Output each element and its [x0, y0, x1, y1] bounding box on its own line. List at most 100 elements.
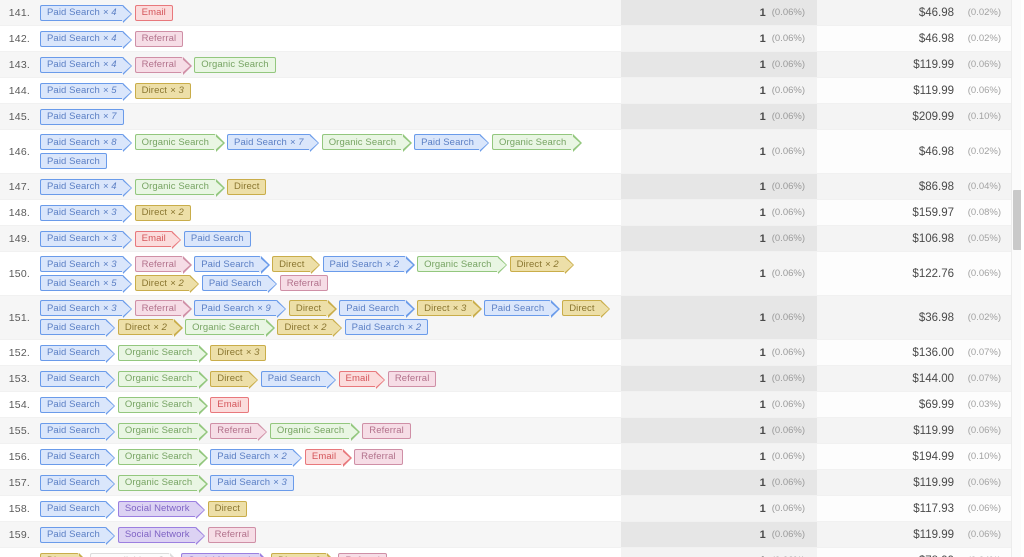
channel-chip[interactable]: Paid Search × 7: [227, 134, 319, 152]
table-row[interactable]: 157. Paid Search Organic Search Paid Search…: [0, 470, 1011, 496]
table-row[interactable]: 147. Paid Search × 4 Organic Search Direct 1 (…: [0, 174, 1011, 200]
channel-chip[interactable]: Paid Search × 5: [40, 82, 132, 101]
channel-chip[interactable]: Direct: [210, 370, 259, 389]
channel-chip[interactable]: Paid Search × 5: [40, 275, 132, 293]
channel-chip[interactable]: Paid Search: [40, 153, 107, 169]
channel-chip[interactable]: Organic Search: [117, 474, 209, 493]
channel-chip[interactable]: Direct × 3: [134, 82, 191, 99]
channel-chip[interactable]: Direct × 3: [417, 300, 483, 318]
channel-chip[interactable]: unavailable × 3: [90, 552, 179, 557]
channel-chip[interactable]: Paid Search: [40, 500, 116, 519]
channel-chip[interactable]: Organic Search: [269, 422, 361, 441]
channel-chip[interactable]: Paid Search × 3: [40, 300, 132, 318]
table-row[interactable]: 150. Paid Search × 3 Referral Paid Search Dir…: [0, 252, 1011, 296]
channel-chip[interactable]: Referral: [134, 256, 192, 274]
channel-chip[interactable]: Referral: [362, 422, 411, 439]
channel-chip[interactable]: Social Network: [117, 500, 205, 519]
table-row[interactable]: 152. Paid Search Organic Search Direct × 3 1 (…: [0, 340, 1011, 366]
channel-chip[interactable]: Social Network: [117, 526, 205, 545]
channel-chip[interactable]: Referral: [134, 300, 192, 318]
table-row[interactable]: 156. Paid Search Organic Search Paid Search…: [0, 444, 1011, 470]
channel-chip[interactable]: Direct× 2: [134, 275, 200, 293]
channel-chip[interactable]: Paid Search: [40, 526, 116, 545]
channel-chip[interactable]: Referral: [134, 30, 184, 47]
channel-chip[interactable]: Referral: [354, 448, 403, 465]
table-row[interactable]: 155. Paid Search Organic Search Referral Org…: [0, 418, 1011, 444]
channel-chip[interactable]: Organic Search: [491, 134, 583, 152]
channel-chip[interactable]: Paid Search: [40, 319, 116, 337]
channel-chip[interactable]: Paid Search: [40, 370, 116, 389]
table-row[interactable]: 158. Paid Search Social Network Direct 1 (0.0…: [0, 496, 1011, 522]
channel-chip[interactable]: Paid Search: [40, 474, 116, 493]
table-row[interactable]: 159. Paid Search Social Network Referral 1 (0…: [0, 522, 1011, 548]
channel-chip[interactable]: Referral: [207, 526, 257, 543]
channel-chip[interactable]: Paid Search × 7: [40, 108, 124, 125]
channel-chip[interactable]: Organic Search: [321, 134, 413, 152]
table-row[interactable]: 148. Paid Search × 3 Direct × 2 1 (0.06%) $159.…: [0, 200, 1011, 226]
channel-chip[interactable]: Email: [304, 448, 352, 467]
channel-chip[interactable]: Paid Search × 3: [40, 256, 132, 274]
channel-chip[interactable]: Paid Search: [183, 230, 251, 247]
channel-chip[interactable]: Paid Search × 8: [40, 134, 132, 152]
channel-chip[interactable]: Paid Search: [40, 422, 116, 441]
channel-chip[interactable]: Paid Search × 4: [40, 56, 132, 75]
table-row[interactable]: 154. Paid Search Organic Search Email 1 (0.06…: [0, 392, 1011, 418]
channel-chip[interactable]: Paid Search: [260, 370, 336, 389]
channel-chip[interactable]: Paid Search: [484, 300, 560, 318]
channel-chip[interactable]: Paid Search × 2: [344, 319, 429, 335]
channel-chip[interactable]: Direct × 3: [210, 344, 267, 361]
channel-chip[interactable]: Organic Search: [117, 344, 209, 363]
channel-chip[interactable]: Organic Search: [185, 319, 276, 337]
table-row[interactable]: 144. Paid Search × 5 Direct × 3 1 (0.06%) $119.…: [0, 78, 1011, 104]
channel-chip[interactable]: Direct× 2: [277, 319, 343, 337]
channel-chip[interactable]: Paid Search: [40, 448, 116, 467]
channel-chip[interactable]: Direct: [288, 300, 338, 318]
channel-chip[interactable]: Direct× 2: [509, 256, 575, 274]
table-row[interactable]: 142. Paid Search × 4 Referral 1 (0.06%) $46.98…: [0, 26, 1011, 52]
channel-chip[interactable]: Paid Search: [194, 256, 270, 274]
table-row[interactable]: 141. Paid Search × 4 Email 1 (0.06%) $46.98 (0.…: [0, 0, 1011, 26]
channel-chip[interactable]: Paid Search × 2: [210, 448, 303, 467]
channel-chip[interactable]: Organic Search: [134, 134, 225, 152]
channel-chip[interactable]: Direct: [227, 178, 267, 195]
channel-chip[interactable]: Paid Search: [339, 300, 415, 318]
channel-chip[interactable]: Referral: [387, 370, 437, 387]
channel-chip[interactable]: Paid Search × 4: [40, 4, 132, 23]
table-row[interactable]: 151. Paid Search × 3 Referral Paid Search × 9…: [0, 296, 1011, 340]
table-row[interactable]: 153. Paid Search Organic Search Direct Paid …: [0, 366, 1011, 392]
channel-chip[interactable]: Social Network: [181, 552, 269, 557]
channel-chip[interactable]: Paid Search × 4: [40, 30, 132, 49]
channel-chip[interactable]: Direct× 2: [134, 204, 191, 221]
channel-chip[interactable]: Paid Search × 3: [40, 204, 132, 223]
channel-chip[interactable]: Referral: [210, 422, 267, 441]
channel-chip[interactable]: Paid Search × 4: [40, 178, 132, 197]
channel-chip[interactable]: Paid Search × 3: [210, 474, 294, 491]
channel-chip[interactable]: Organic Search: [117, 370, 209, 389]
channel-chip[interactable]: Paid Search × 3: [40, 230, 132, 249]
table-row[interactable]: 160.Directunavailable× 3Social NetworkDi…: [0, 548, 1011, 557]
channel-chip[interactable]: Paid Search: [40, 396, 116, 415]
channel-chip[interactable]: Paid Search: [40, 344, 116, 363]
table-row[interactable]: 143. Paid Search × 4 Referral Organic Search…: [0, 52, 1011, 78]
channel-chip[interactable]: Direct: [40, 552, 89, 557]
channel-chip[interactable]: Direct: [272, 256, 321, 274]
table-row[interactable]: 146. Paid Search × 8 Organic Search Paid Sea…: [0, 130, 1011, 174]
table-row[interactable]: 145. Paid Search × 7 1 (0.06%) $209.99 (0.10%): [0, 104, 1011, 130]
channel-chip[interactable]: Organic Search: [194, 56, 276, 73]
channel-chip[interactable]: Email: [210, 396, 249, 413]
channel-chip[interactable]: Direct× 2: [271, 552, 337, 557]
channel-chip[interactable]: Paid Search × 9: [194, 300, 286, 318]
channel-chip[interactable]: Direct× 2: [117, 319, 183, 337]
channel-chip[interactable]: Email: [134, 230, 182, 249]
channel-chip[interactable]: Referral: [134, 56, 192, 75]
channel-chip[interactable]: Email: [338, 370, 386, 389]
channel-chip[interactable]: Paid Search: [201, 275, 278, 293]
channel-chip[interactable]: Organic Search: [117, 422, 209, 441]
channel-chip[interactable]: Paid Search × 2: [322, 256, 415, 274]
channel-chip[interactable]: Direct: [562, 300, 611, 318]
channel-chip[interactable]: Referral: [338, 552, 387, 557]
channel-chip[interactable]: Organic Search: [417, 256, 508, 274]
channel-chip[interactable]: Organic Search: [117, 396, 209, 415]
channel-chip[interactable]: Paid Search: [414, 134, 490, 152]
channel-chip[interactable]: Organic Search: [134, 178, 225, 197]
